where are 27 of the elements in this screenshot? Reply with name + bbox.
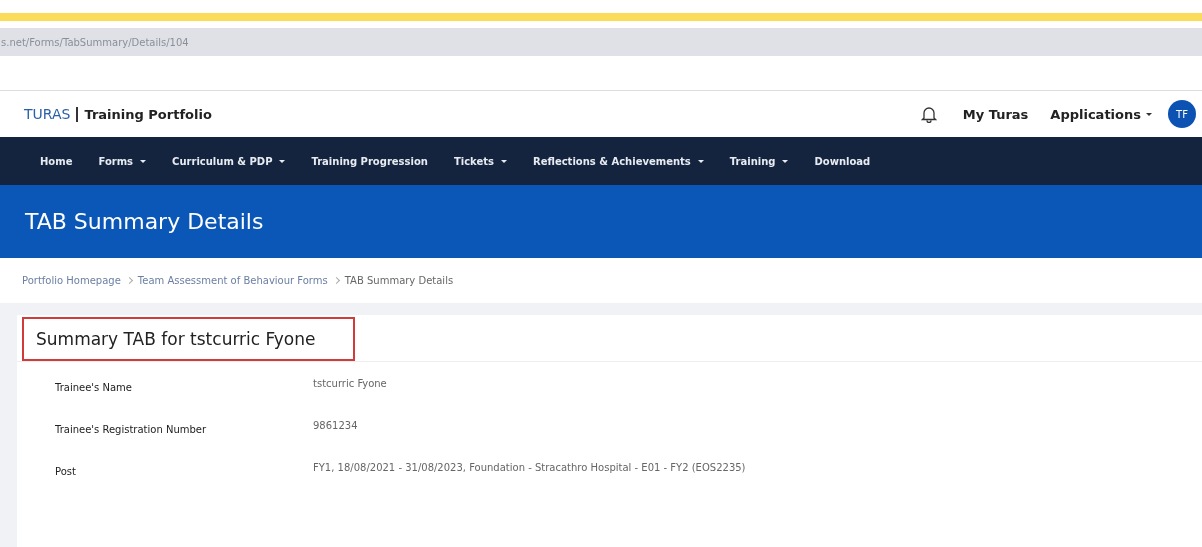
field-label: Trainee's Name bbox=[55, 381, 133, 395]
nav-link[interactable]: Training Progression bbox=[311, 155, 428, 167]
field-label: Trainee's Registration Number bbox=[55, 423, 208, 437]
breadcrumb-current: TAB Summary Details bbox=[344, 275, 454, 286]
brand-logo[interactable]: TURAS bbox=[24, 106, 71, 122]
field-value: tstcurric Fyone bbox=[313, 377, 388, 391]
nav-menu[interactable]: Forms bbox=[98, 155, 147, 167]
breadcrumb-link[interactable]: Portfolio Homepage bbox=[22, 275, 121, 286]
product-name: Training Portfolio bbox=[84, 106, 212, 122]
breadcrumb-link[interactable]: Team Assessment of Behaviour Forms bbox=[137, 275, 328, 286]
nav-menu[interactable]: Tickets bbox=[453, 155, 507, 167]
header-link[interactable]: My Turas bbox=[962, 106, 1029, 122]
card-title: Summary TAB for tstcurric Fyone bbox=[22, 317, 356, 361]
field-value: FY1, 18/08/2021 - 31/08/2023, Foundation - Stracathro Hospital - E01 - FY2 (EOS2235) bbox=[313, 461, 747, 475]
avatar[interactable]: TF bbox=[1168, 100, 1196, 128]
menu-link[interactable]: Applications bbox=[1050, 106, 1152, 122]
page-title: TAB Summary Details bbox=[25, 209, 264, 234]
url-text: s.net/Forms/TabSummary/Details/104 bbox=[0, 36, 189, 48]
nav-link[interactable]: Home bbox=[40, 155, 73, 167]
field-label: Post bbox=[55, 465, 77, 479]
nav-link[interactable]: Download bbox=[814, 155, 871, 167]
nav-menu[interactable]: Curriculum & PDP bbox=[172, 155, 286, 167]
field-value: 9861234 bbox=[313, 419, 359, 433]
nav-menu[interactable]: Training bbox=[729, 155, 789, 167]
nav-menu[interactable]: Reflections & Achievements bbox=[533, 155, 704, 167]
separator-line bbox=[76, 106, 79, 122]
bell-icon[interactable] bbox=[920, 105, 937, 123]
